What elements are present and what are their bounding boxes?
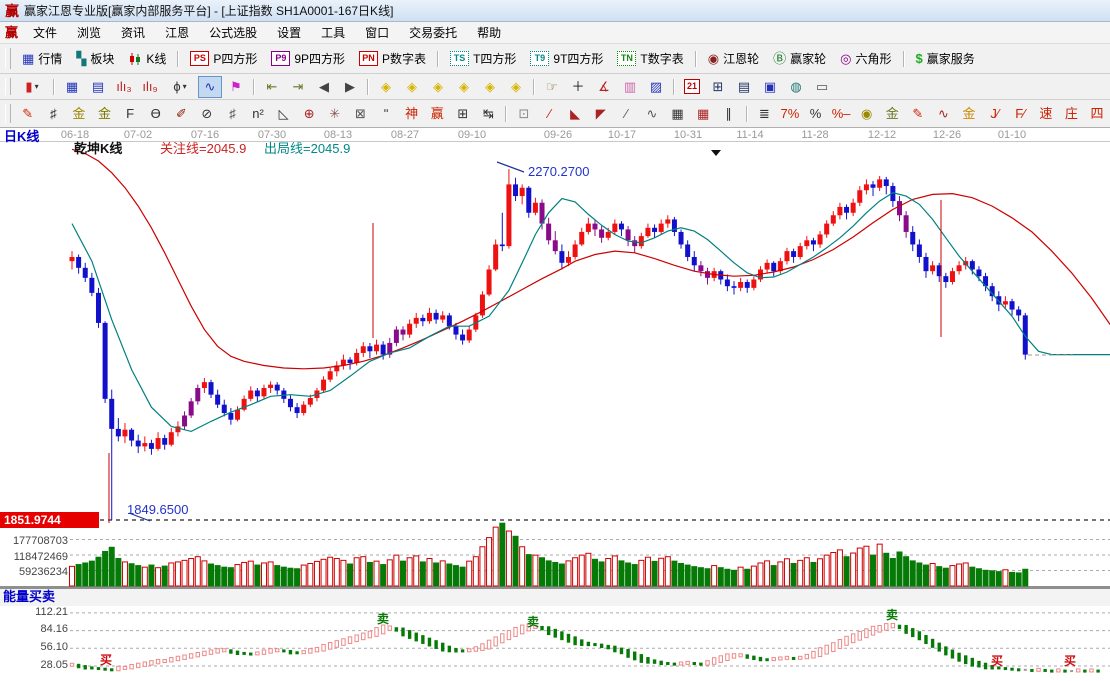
current-price-badge: 1851.9744 [0, 512, 99, 528]
volume-scale-2: 118472469 [8, 551, 68, 563]
date-tick-07-02: 07-02 [118, 129, 158, 141]
date-tick-10-31: 10-31 [668, 129, 708, 141]
date-tick-07-16: 07-16 [185, 129, 225, 141]
date-tick-10-17: 10-17 [602, 129, 642, 141]
oscillator-panel-label[interactable]: 能量买卖 [3, 590, 55, 604]
buy-signal-label: 买 [100, 654, 112, 667]
sell-signal-label: 卖 [527, 616, 539, 629]
date-tick-09-26: 09-26 [538, 129, 578, 141]
oscillator-scale-2: 84.16 [24, 623, 68, 635]
date-tick-12-26: 12-26 [927, 129, 967, 141]
peak-price-annotation: 2270.2700 [528, 165, 589, 179]
low-price-annotation: 1849.6500 [127, 503, 188, 517]
date-tick-12-12: 12-12 [862, 129, 902, 141]
date-tick-11-28: 11-28 [795, 129, 835, 141]
date-tick-09-10: 09-10 [452, 129, 492, 141]
oscillator-scale-1: 112.21 [24, 606, 68, 618]
date-tick-08-27: 08-27 [385, 129, 425, 141]
date-tick-06-18: 06-18 [55, 129, 95, 141]
chart-canvas [0, 0, 1110, 680]
period-panel-label[interactable]: 日K线 [4, 130, 39, 144]
volume-scale-1: 177708703 [8, 535, 68, 547]
date-tick-11-14: 11-14 [730, 129, 770, 141]
exit-line-label: 出局线=2045.9 [264, 142, 350, 156]
sell-signal-label: 卖 [886, 609, 898, 622]
date-tick-01-10: 01-10 [992, 129, 1032, 141]
date-tick-08-13: 08-13 [318, 129, 358, 141]
oscillator-scale-4: 28.05 [24, 659, 68, 671]
attention-line-label: 关注线=2045.9 [160, 142, 246, 156]
buy-signal-label: 买 [1064, 655, 1076, 668]
oscillator-scale-3: 56.10 [24, 641, 68, 653]
sell-signal-label: 卖 [377, 613, 389, 626]
volume-scale-3: 59236234 [8, 566, 68, 578]
buy-signal-label: 买 [991, 655, 1003, 668]
app-window: 赢 赢家江恩专业版[赢家内部服务平台] - [上证指数 SH1A0001-167… [0, 0, 1110, 680]
date-tick-07-30: 07-30 [252, 129, 292, 141]
overlay-kline-label: 乾坤K线 [74, 142, 122, 156]
